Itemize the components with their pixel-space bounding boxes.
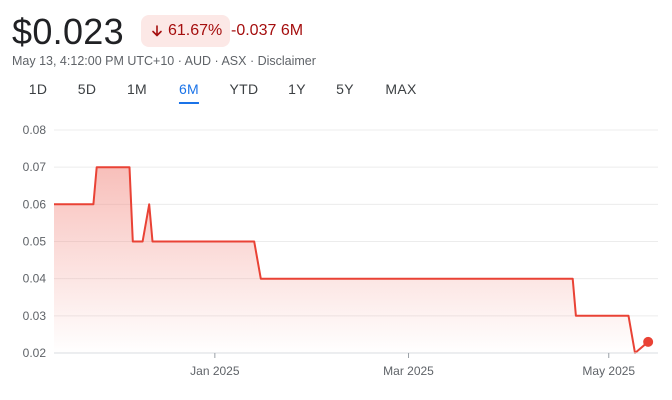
price-area (54, 167, 649, 353)
x-tick-label: Mar 2025 (383, 364, 434, 378)
change-percent: 61.67% (168, 22, 223, 39)
last-price-marker (643, 336, 654, 347)
tab-max[interactable]: MAX (385, 78, 416, 102)
price: $0.023 (12, 11, 124, 52)
x-axis: Jan 2025 Mar 2025 May 2025 (190, 353, 635, 378)
y-tick-label: 0.08 (23, 123, 47, 137)
y-tick-label: 0.07 (23, 160, 47, 174)
y-axis: 0.08 0.07 0.06 0.05 0.04 0.03 0.02 (23, 123, 47, 360)
y-tick-label: 0.06 (23, 197, 47, 211)
quote-meta: May 13, 4:12:00 PM UTC+10 · AUD · ASX · … (12, 54, 316, 68)
change-absolute: -0.037 6M (231, 22, 304, 39)
tab-ytd[interactable]: YTD (230, 78, 259, 102)
tab-5y[interactable]: 5Y (336, 78, 354, 102)
tab-1m[interactable]: 1M (127, 78, 147, 102)
y-tick-label: 0.02 (23, 346, 47, 360)
tab-1d[interactable]: 1D (29, 78, 48, 102)
y-tick-label: 0.04 (23, 272, 47, 286)
x-tick-label: May 2025 (582, 364, 635, 378)
arrow-down-icon (152, 25, 162, 37)
x-tick-label: Jan 2025 (190, 364, 240, 378)
change-badge: 61.67% (141, 15, 231, 47)
price-chart[interactable]: 0.08 0.07 0.06 0.05 0.04 0.03 0.02 Jan 2025 Mar… (0, 110, 672, 400)
tab-6m[interactable]: 6M (178, 78, 200, 104)
y-tick-label: 0.03 (23, 309, 47, 323)
range-tabs: 1D 5D 1M 6M YTD 1Y 5Y MAX (0, 78, 672, 104)
tab-5d[interactable]: 5D (78, 78, 97, 102)
y-tick-label: 0.05 (23, 235, 47, 249)
tab-1y[interactable]: 1Y (288, 78, 306, 102)
